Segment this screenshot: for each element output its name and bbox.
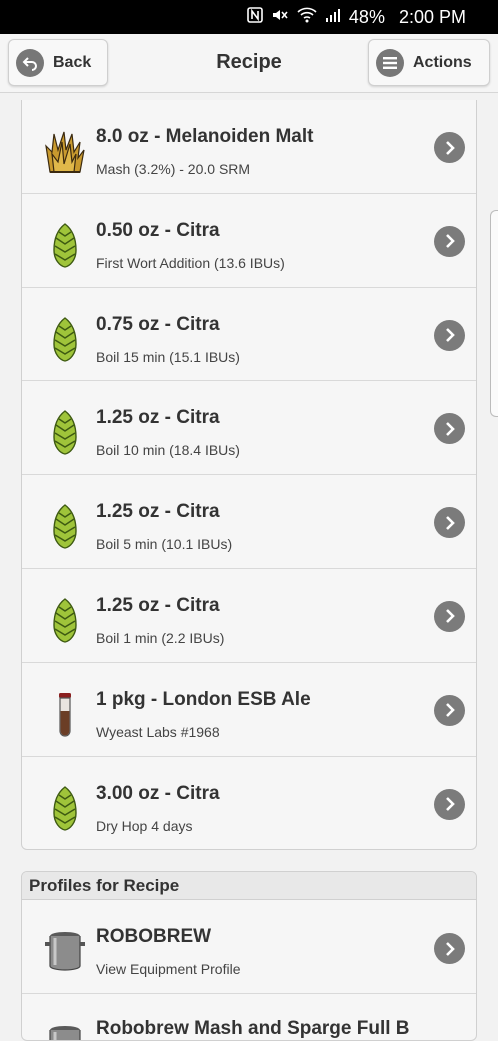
kettle-icon <box>42 928 88 974</box>
status-icons <box>247 7 341 27</box>
profile-item[interactable]: ROBOBREW View Equipment Profile <box>22 900 476 994</box>
grain-icon <box>42 128 88 174</box>
list-item[interactable]: 1.25 oz - Citra Boil 1 min (2.2 IBUs) <box>22 569 476 663</box>
hop-icon <box>42 316 88 362</box>
actions-button-label: Actions <box>413 53 472 71</box>
hop-icon <box>42 409 88 456</box>
chevron-right-icon[interactable] <box>434 413 465 445</box>
item-subtitle: Boil 1 min (2.2 IBUs) <box>96 629 225 646</box>
battery-percent: 48% <box>348 6 385 27</box>
chevron-right-icon[interactable] <box>434 933 465 964</box>
profiles-heading: Profiles for Recipe <box>22 872 476 900</box>
status-bar: 48% 2:00 PM <box>0 0 498 34</box>
back-arrow-icon <box>16 48 44 77</box>
profiles-section: Profiles for Recipe ROBOBREW View Equipm… <box>21 871 477 1041</box>
list-item[interactable]: 0.50 oz - Citra First Wort Addition (13.… <box>22 194 476 288</box>
chevron-right-icon[interactable] <box>434 788 465 820</box>
item-subtitle: Wyeast Labs #1968 <box>96 723 220 740</box>
signal-icon <box>325 7 341 27</box>
item-subtitle: Boil 15 min (15.1 IBUs) <box>96 348 240 365</box>
kettle-icon <box>42 1022 88 1040</box>
list-item[interactable]: 8.0 oz - Melanoiden Malt Mash (3.2%) - 2… <box>22 100 476 194</box>
item-subtitle: Boil 5 min (10.1 IBUs) <box>96 536 233 553</box>
item-subtitle: Mash (3.2%) - 20.0 SRM <box>96 161 251 177</box>
app-header: Recipe Back Actions <box>0 34 498 93</box>
item-title: 1.25 oz - Citra <box>96 501 220 523</box>
menu-icon <box>376 48 404 77</box>
hop-icon <box>42 785 88 831</box>
back-button[interactable]: Back <box>8 39 108 86</box>
chevron-right-icon[interactable] <box>434 507 465 539</box>
hop-icon <box>42 597 88 643</box>
list-item[interactable]: 3.00 oz - Citra Dry Hop 4 days <box>22 757 476 849</box>
chevron-right-icon[interactable] <box>434 225 465 257</box>
back-button-label: Back <box>53 53 92 71</box>
item-title: ROBOBREW <box>96 926 212 947</box>
hop-icon <box>42 222 88 268</box>
item-title: 0.75 oz - Citra <box>96 313 220 335</box>
chevron-right-icon[interactable] <box>434 694 465 726</box>
mute-icon <box>271 7 289 27</box>
item-title: 1.25 oz - Citra <box>96 594 220 616</box>
wifi-icon <box>297 7 317 27</box>
item-title: 8.0 oz - Melanoiden Malt <box>96 126 314 147</box>
item-subtitle: Dry Hop 4 days <box>96 817 193 834</box>
ingredient-list: 8.0 oz - Melanoiden Malt Mash (3.2%) - 2… <box>21 100 477 850</box>
list-item[interactable]: 1 pkg - London ESB Ale Wyeast Labs #1968 <box>22 663 476 757</box>
actions-button[interactable]: Actions <box>368 39 490 86</box>
hop-icon <box>42 503 88 549</box>
item-subtitle: First Wort Addition (13.6 IBUs) <box>96 254 285 271</box>
item-subtitle: Boil 10 min (18.4 IBUs) <box>96 442 240 459</box>
list-item[interactable]: 1.25 oz - Citra Boil 10 min (18.4 IBUs) <box>22 381 476 476</box>
item-title: Robobrew Mash and Sparge Full B <box>96 1018 410 1039</box>
list-item[interactable]: 0.75 oz - Citra Boil 15 min (15.1 IBUs) <box>22 288 476 382</box>
item-title: 3.00 oz - Citra <box>96 782 220 804</box>
item-subtitle: View Equipment Profile <box>96 961 241 977</box>
nfc-icon <box>247 7 263 27</box>
chevron-right-icon[interactable] <box>434 132 465 163</box>
profile-item[interactable]: Robobrew Mash and Sparge Full B <box>22 994 476 1040</box>
item-title: 1.25 oz - Citra <box>96 407 220 429</box>
list-item[interactable]: 1.25 oz - Citra Boil 5 min (10.1 IBUs) <box>22 475 476 569</box>
chevron-right-icon[interactable] <box>434 319 465 351</box>
chevron-right-icon[interactable] <box>434 600 465 632</box>
scroll-indicator[interactable] <box>490 210 498 417</box>
item-title: 0.50 oz - Citra <box>96 219 220 241</box>
clock: 2:00 PM <box>398 6 466 27</box>
yeast-vial-icon <box>42 691 88 737</box>
item-title: 1 pkg - London ESB Ale <box>96 688 311 710</box>
